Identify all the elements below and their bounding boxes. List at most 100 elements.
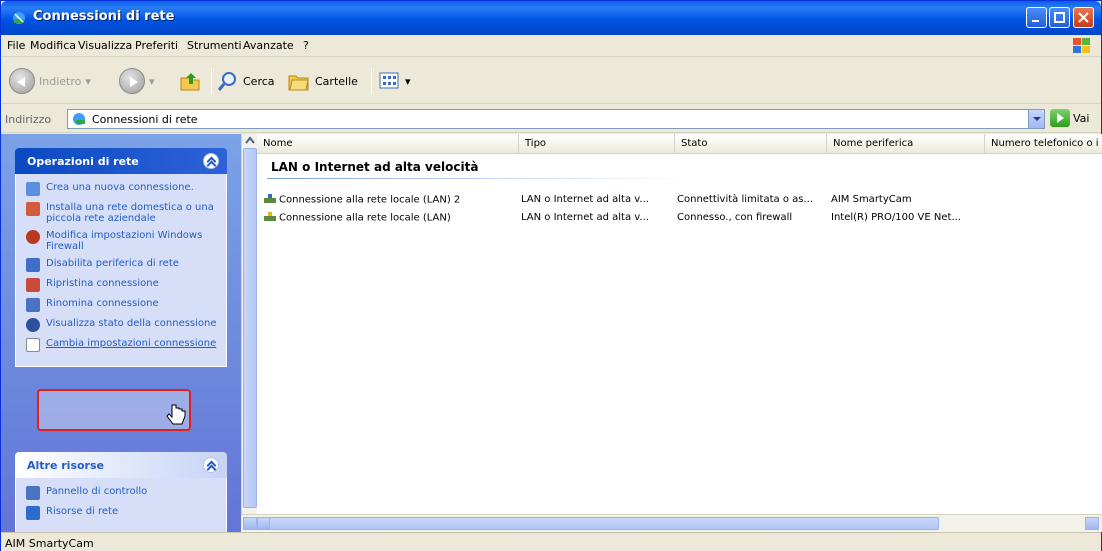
address-dropdown-button[interactable] <box>1028 110 1044 128</box>
resource-label: Risorse di rete <box>46 506 119 517</box>
horizontal-scrollbar[interactable] <box>241 514 1102 532</box>
menu-modifica[interactable]: Modifica <box>30 39 76 52</box>
resource-network-places[interactable]: Risorse di rete <box>26 506 220 520</box>
task-label: Disabilita periferica di rete <box>46 258 179 269</box>
back-dropdown-icon[interactable]: ▾ <box>85 75 91 88</box>
network-connections-icon <box>11 10 27 26</box>
address-bar: Indirizzo Connessioni di rete Vai <box>1 105 1101 133</box>
forward-arrow-icon <box>119 68 145 94</box>
task-repair-connection[interactable]: Ripristina connessione <box>26 278 220 292</box>
window-title: Connessioni di rete <box>33 9 175 24</box>
task-label: Crea una nuova connessione. <box>46 182 194 193</box>
search-icon <box>217 72 236 91</box>
column-header-telefono[interactable]: Numero telefonico o i <box>985 134 1102 154</box>
up-folder-button[interactable] <box>179 66 201 96</box>
lan-connection-icon <box>264 194 276 203</box>
task-view-status[interactable]: Visualizza stato della connessione <box>26 318 220 332</box>
scroll-up-icon[interactable] <box>243 134 257 147</box>
task-label: Ripristina connessione <box>46 278 159 289</box>
task-label: Cambia impostazioni connessione <box>46 338 217 349</box>
back-arrow-icon <box>9 68 35 94</box>
toolbar-separator <box>371 68 372 94</box>
rename-icon <box>26 298 40 312</box>
task-change-settings[interactable]: Cambia impostazioni connessione <box>26 338 220 352</box>
scroll-right-icon[interactable] <box>1085 517 1099 530</box>
folders-icon <box>288 75 309 91</box>
forward-dropdown-icon[interactable]: ▾ <box>149 75 155 88</box>
column-header-stato[interactable]: Stato <box>675 134 827 154</box>
group-label: LAN o Internet ad alta velocità <box>271 160 479 174</box>
task-label: Visualizza stato della connessione <box>46 318 217 329</box>
network-connections-icon <box>73 113 85 125</box>
close-button[interactable] <box>1073 7 1094 28</box>
menu-visualizza[interactable]: Visualizza <box>78 39 132 52</box>
task-disable-device[interactable]: Disabilita periferica di rete <box>26 258 220 272</box>
column-header-periferica[interactable]: Nome periferica <box>827 134 985 154</box>
network-tasks-title: Operazioni di rete <box>27 155 139 168</box>
collapse-chevron-icon[interactable] <box>203 153 219 169</box>
other-resources-header[interactable]: Altre risorse <box>15 452 227 478</box>
views-dropdown-icon[interactable]: ▾ <box>405 75 411 88</box>
settings-icon <box>26 338 40 352</box>
firewall-icon <box>26 230 40 244</box>
task-home-network[interactable]: Installa una rete domestica o una piccol… <box>26 202 220 224</box>
connection-type: LAN o Internet ad alta v... <box>521 194 649 205</box>
address-value: Connessioni di rete <box>92 112 198 126</box>
menu-preferiti[interactable]: Preferiti <box>135 39 178 52</box>
network-tasks-panel: Operazioni di rete Crea una nuova connes… <box>15 148 227 367</box>
task-firewall-settings[interactable]: Modifica impostazioni Windows Firewall <box>26 230 220 252</box>
list-item[interactable]: Connessione alla rete locale (LAN) LAN o… <box>257 210 1102 226</box>
views-button[interactable]: ▾ <box>379 66 411 96</box>
menu-bar: File Modifica Visualizza Preferiti Strum… <box>1 35 1101 57</box>
folders-button[interactable]: Cartelle <box>287 66 358 96</box>
scroll-down-icon[interactable] <box>243 517 257 530</box>
search-button[interactable]: Cerca <box>217 66 275 96</box>
back-button[interactable]: Indietro ▾ <box>9 66 91 96</box>
lan-connection-icon <box>264 212 276 221</box>
device-name: Intel(R) PRO/100 VE Net... <box>831 212 961 223</box>
connection-name-cell: Connessione alla rete locale (LAN) <box>263 212 451 224</box>
resource-control-panel[interactable]: Pannello di controllo <box>26 486 220 500</box>
hand-cursor-icon <box>166 404 186 425</box>
connection-status: Connettività limitata o as... <box>677 194 813 205</box>
up-folder-icon <box>180 73 200 91</box>
scrollbar-thumb[interactable] <box>243 148 257 508</box>
connection-name: Connessione alla rete locale (LAN) 2 <box>279 194 461 206</box>
horizontal-scrollbar-thumb[interactable] <box>269 517 939 530</box>
back-label: Indietro <box>39 74 82 88</box>
title-bar[interactable]: Connessioni di rete <box>1 1 1101 35</box>
list-item[interactable]: Connessione alla rete locale (LAN) 2 LAN… <box>257 192 1102 208</box>
search-label: Cerca <box>243 74 275 88</box>
column-header-tipo[interactable]: Tipo <box>519 134 675 154</box>
maximize-button[interactable] <box>1049 7 1070 28</box>
minimize-button[interactable] <box>1026 7 1047 28</box>
network-tasks-header[interactable]: Operazioni di rete <box>15 148 227 174</box>
device-name: AIM SmartyCam <box>831 194 912 205</box>
menu-file[interactable]: File <box>7 39 25 52</box>
task-pane: Operazioni di rete Crea una nuova connes… <box>1 134 241 532</box>
repair-icon <box>26 278 40 292</box>
toolbar: Indietro ▾ ▾ Cerca Cartelle ▾ <box>1 58 1101 104</box>
menu-strumenti[interactable]: Strumenti <box>187 39 242 52</box>
task-label: Modifica impostazioni Windows Firewall <box>46 230 203 252</box>
home-network-icon <box>26 202 40 216</box>
other-resources-title: Altre risorse <box>27 459 104 472</box>
status-text: AIM SmartyCam <box>5 537 94 550</box>
go-button[interactable]: Vai <box>1050 109 1089 127</box>
menu-help[interactable]: ? <box>303 39 309 52</box>
forward-button[interactable]: ▾ <box>119 66 155 96</box>
task-rename-connection[interactable]: Rinomina connessione <box>26 298 220 312</box>
folders-label: Cartelle <box>315 74 358 88</box>
column-header-nome[interactable]: Nome <box>257 134 519 154</box>
taskpane-scrollbar[interactable] <box>241 134 257 532</box>
connection-name-cell: Connessione alla rete locale (LAN) 2 <box>263 194 460 206</box>
resource-label: Pannello di controllo <box>46 486 148 497</box>
collapse-chevron-icon[interactable] <box>203 457 219 473</box>
network-tasks-list: Crea una nuova connessione. Installa una… <box>15 174 227 367</box>
menu-avanzate[interactable]: Avanzate <box>243 39 294 52</box>
task-new-connection[interactable]: Crea una nuova connessione. <box>26 182 220 196</box>
address-label: Indirizzo <box>5 113 52 126</box>
toolbar-separator <box>211 68 212 94</box>
task-label: Rinomina connessione <box>46 298 159 309</box>
address-input[interactable]: Connessioni di rete <box>67 109 1045 129</box>
